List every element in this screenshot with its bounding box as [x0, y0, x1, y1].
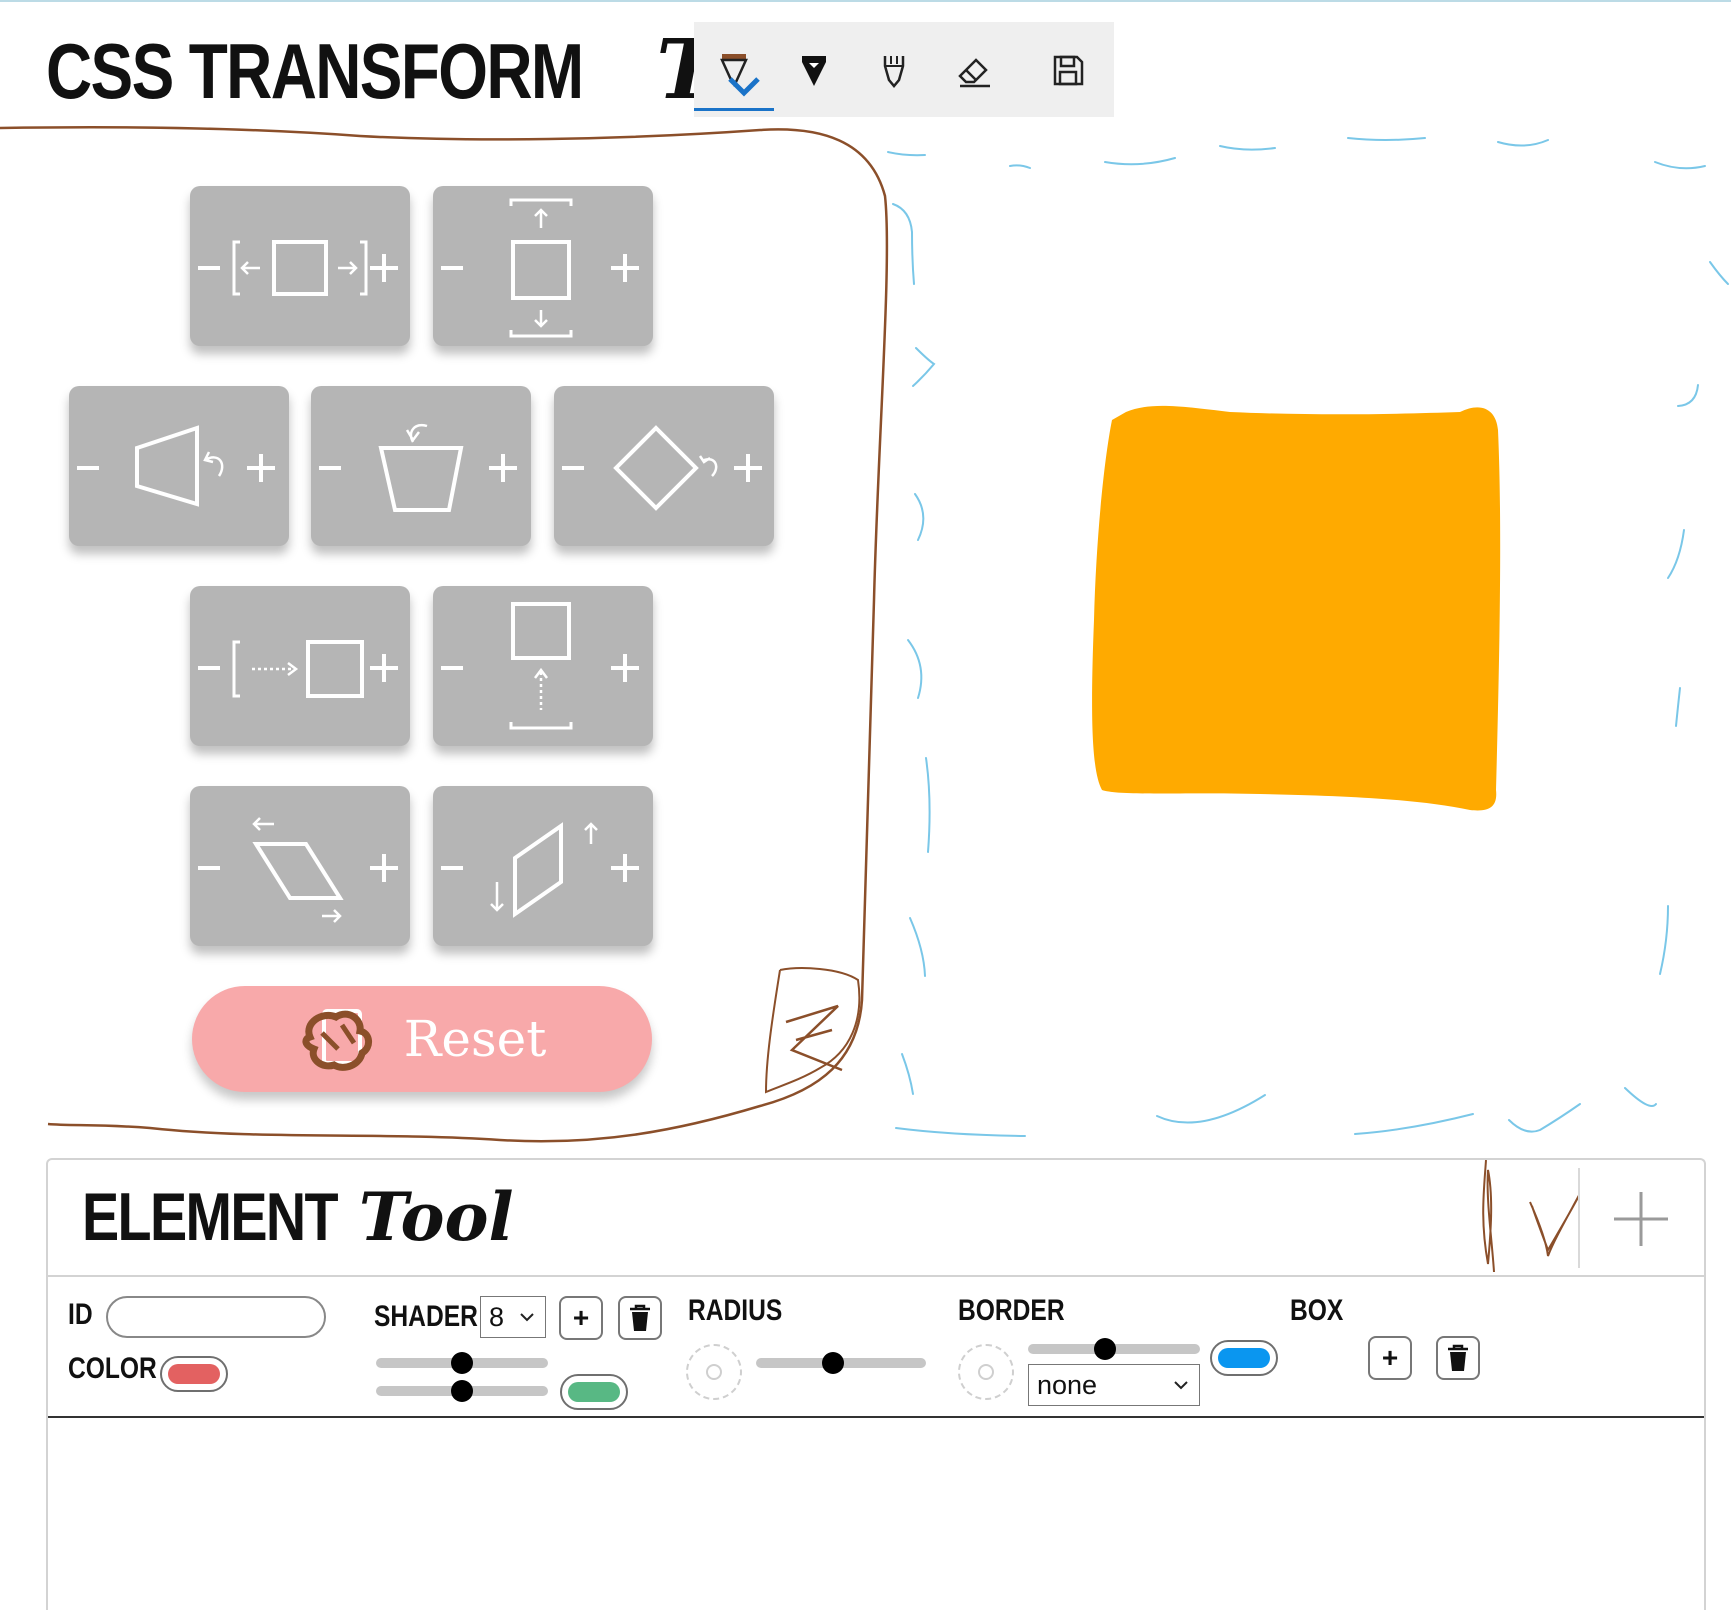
chevron-down-icon	[520, 1313, 534, 1322]
reset-button[interactable]: Reset	[192, 986, 652, 1092]
shader-select-value: 8	[489, 1301, 505, 1332]
slider-thumb[interactable]	[451, 1380, 473, 1402]
radius-dial[interactable]	[686, 1344, 742, 1400]
slider-thumb[interactable]	[451, 1352, 473, 1374]
trash-icon	[630, 1304, 650, 1331]
radius-label: RADIUS	[688, 1294, 783, 1327]
shader-select[interactable]: 8	[480, 1296, 546, 1338]
skew-x-icon	[198, 817, 398, 923]
color-swatch	[168, 1364, 220, 1384]
element-tool-title-script: Tool	[358, 1178, 514, 1256]
element-tool-panel: ELEMENT Tool ID COLOR SHADER 8 + RADIUS …	[46, 1158, 1706, 1610]
plus-icon	[1614, 1192, 1668, 1246]
reset-label: Reset	[403, 1010, 547, 1068]
box-add-button[interactable]: +	[1368, 1336, 1412, 1380]
rotate-x-button[interactable]	[311, 386, 531, 546]
reset-icon	[302, 1009, 372, 1071]
trash-icon	[1448, 1344, 1468, 1371]
shader-color-picker[interactable]	[560, 1374, 628, 1410]
shader-color-swatch	[568, 1382, 620, 1402]
radius-slider[interactable]	[756, 1352, 926, 1374]
rotate-z-icon	[562, 425, 762, 511]
translate-y-button[interactable]	[433, 586, 653, 746]
border-style-select[interactable]: none	[1028, 1364, 1200, 1406]
add-element-button[interactable]	[1610, 1188, 1672, 1250]
rotate-y-icon	[77, 425, 275, 507]
shader-slider-2[interactable]	[376, 1380, 548, 1402]
skew-y-button[interactable]	[433, 786, 653, 946]
element-list-area	[48, 1418, 1704, 1608]
translate-x-button[interactable]	[190, 586, 410, 746]
slider-thumb[interactable]	[1094, 1338, 1117, 1360]
box-label: BOX	[1290, 1294, 1344, 1327]
preview-element[interactable]	[1092, 405, 1501, 811]
shader-label: SHADER	[374, 1300, 478, 1333]
rotate-z-button[interactable]	[554, 386, 774, 546]
color-picker[interactable]	[160, 1356, 228, 1392]
shader-slider-1[interactable]	[376, 1352, 548, 1374]
shader-add-label: +	[572, 1302, 590, 1333]
box-delete-button[interactable]	[1436, 1336, 1480, 1380]
skew-x-button[interactable]	[190, 786, 410, 946]
skew-y-icon	[441, 822, 639, 918]
element-tool-header: ELEMENT Tool	[48, 1160, 1704, 1277]
translate-y-icon	[441, 602, 639, 730]
slider-thumb[interactable]	[821, 1352, 844, 1374]
ink-checkmark-scribble	[1482, 1160, 1578, 1273]
scale-x-plus	[370, 254, 398, 282]
box-add-label: +	[1381, 1342, 1399, 1373]
border-width-slider[interactable]	[1028, 1338, 1200, 1360]
id-label: ID	[68, 1298, 93, 1331]
color-label: COLOR	[68, 1352, 157, 1385]
scale-x-button[interactable]	[190, 186, 410, 346]
border-color-picker[interactable]	[1210, 1340, 1278, 1376]
rotate-x-icon	[319, 423, 517, 512]
ink-corner-mark	[785, 1004, 843, 1072]
translate-x-icon	[198, 640, 398, 698]
rotate-y-button[interactable]	[69, 386, 289, 546]
border-label: BORDER	[958, 1294, 1065, 1327]
scale-x-icon	[198, 240, 398, 296]
shader-add-button[interactable]: +	[559, 1296, 603, 1340]
header-divider	[1578, 1168, 1580, 1268]
element-tool-title-main: ELEMENT	[82, 1179, 339, 1255]
border-color-swatch	[1218, 1348, 1270, 1368]
border-dial[interactable]	[958, 1344, 1014, 1400]
id-input[interactable]	[106, 1296, 326, 1338]
border-style-value: none	[1037, 1369, 1098, 1400]
shader-delete-button[interactable]	[618, 1296, 662, 1340]
scale-y-button[interactable]	[433, 186, 653, 346]
chevron-down-icon	[1174, 1381, 1188, 1390]
element-tool-title: ELEMENT Tool	[82, 1178, 514, 1256]
